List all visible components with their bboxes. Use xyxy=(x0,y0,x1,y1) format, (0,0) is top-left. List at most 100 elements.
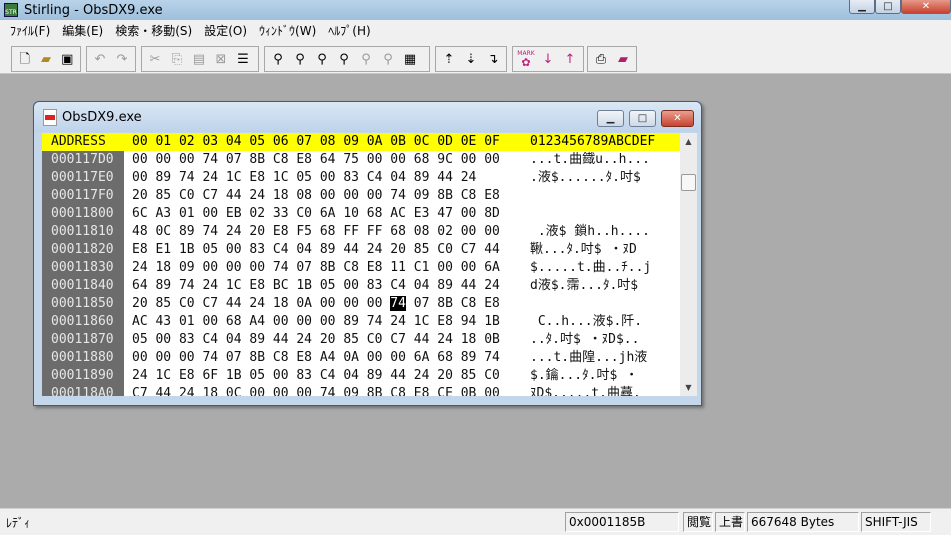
goto-top-icon[interactable]: ⇡ xyxy=(438,48,460,70)
scroll-thumb[interactable] xyxy=(681,174,696,191)
print-icon[interactable]: ⎙ xyxy=(590,48,612,70)
redo-icon[interactable]: ↷ xyxy=(111,48,133,70)
mark-icon[interactable]: MARK ✿ xyxy=(515,48,537,70)
menu-edit[interactable]: 編集(E) xyxy=(56,20,109,42)
row-hex-bytes[interactable]: E8 E1 1B 05 00 83 C4 04 89 44 24 20 85 C… xyxy=(132,241,500,259)
row-hex-bytes[interactable]: 00 89 74 24 1C E8 1C 05 00 83 C4 04 89 4… xyxy=(132,169,476,187)
status-size: 667648 Bytes xyxy=(747,512,859,532)
toolbar-group-mark: MARK ✿ ↓ ↑ xyxy=(512,46,584,72)
toolbar-group-clipboard: ✂ ⎘ ▤ ⊠ ☰ xyxy=(141,46,259,72)
menu-file[interactable]: ﾌｧｲﾙ(F) xyxy=(4,20,56,42)
row-text[interactable]: $.鑰...ﾀ.吋$ ・ xyxy=(530,367,638,385)
hex-view[interactable]: ADDRESS 00 01 02 03 04 05 06 07 08 09 0A… xyxy=(42,133,680,396)
new-file-icon[interactable]: 🗋 xyxy=(14,48,35,70)
hex-row[interactable]: 000118A0 C7 44 24 18 0C 00 00 00 74 09 8B… xyxy=(42,385,680,396)
status-offset: 0x0001185B xyxy=(565,512,679,532)
row-text[interactable]: ﾇD$.....t.曲蕁. xyxy=(530,385,641,396)
replace-icon[interactable]: ⚲ xyxy=(333,48,355,70)
caret-byte[interactable]: 74 xyxy=(390,296,406,311)
hex-row[interactable]: 00011860 AC 43 01 00 68 A4 00 00 00 89 74… xyxy=(42,313,680,331)
goto-end-icon[interactable]: ↴ xyxy=(482,48,504,70)
hex-row[interactable]: 00011800 6C A3 01 00 EB 02 33 C0 6A 10 68… xyxy=(42,205,680,223)
row-hex-bytes[interactable]: 00 00 00 74 07 8B C8 E8 A4 0A 00 00 6A 6… xyxy=(132,349,500,367)
maximize-button[interactable]: □ xyxy=(875,0,901,14)
toolbar-group-goto: ⇡ ⇣ ↴ xyxy=(435,46,507,72)
row-text[interactable]: 鞦...ﾀ.吋$ ・ﾇD xyxy=(530,241,637,259)
row-address: 00011840 xyxy=(51,278,114,293)
hex-row[interactable]: 00011820 E8 E1 1B 05 00 83 C4 04 89 44 24… xyxy=(42,241,680,259)
row-hex-bytes[interactable]: 05 00 83 C4 04 89 44 24 20 85 C0 C7 44 2… xyxy=(132,331,500,349)
cut-icon[interactable]: ✂ xyxy=(144,48,166,70)
hex-row[interactable]: 00011880 00 00 00 74 07 8B C8 E8 A4 0A 00… xyxy=(42,349,680,367)
minimize-icon: ▁ xyxy=(606,113,615,124)
hex-row[interactable]: 00011890 24 1C E8 6F 1B 05 00 83 C4 04 89… xyxy=(42,367,680,385)
copy-icon[interactable]: ⎘ xyxy=(166,48,188,70)
hex-row[interactable]: 00011810 48 0C 89 74 24 20 E8 F5 68 FF FF… xyxy=(42,223,680,241)
row-text[interactable]: C..h...液$.阡. xyxy=(530,313,642,331)
row-hex-bytes[interactable]: 64 89 74 24 1C E8 BC 1B 05 00 83 C4 04 8… xyxy=(132,277,500,295)
book-icon[interactable]: ▰ xyxy=(612,48,634,70)
toolbar-group-print: ⎙ ▰ xyxy=(587,46,637,72)
row-address: 000117D0 xyxy=(51,152,114,167)
row-address: 00011850 xyxy=(51,296,114,311)
title-bar[interactable]: STR Stirling - ObsDX9.exe ▁ □ ✕ xyxy=(0,0,951,20)
compare-icon[interactable]: ⚲ xyxy=(355,48,377,70)
row-text[interactable]: .液$......ﾀ.吋$ xyxy=(530,169,641,187)
vertical-scrollbar[interactable]: ▲ ▼ xyxy=(680,133,697,396)
find-icon[interactable]: ⚲ xyxy=(267,48,289,70)
hex-row[interactable]: 00011830 24 18 09 00 00 00 74 07 8B C8 E8… xyxy=(42,259,680,277)
child-maximize-button[interactable]: □ xyxy=(629,110,656,127)
hex-row[interactable]: 00011870 05 00 83 C4 04 89 44 24 20 85 C0… xyxy=(42,331,680,349)
row-hex-bytes[interactable]: 20 85 C0 C7 44 24 18 0A 00 00 00 74 07 8… xyxy=(132,295,500,313)
minimize-button[interactable]: ▁ xyxy=(849,0,875,14)
restore-icon: □ xyxy=(637,113,648,124)
close-button[interactable]: ✕ xyxy=(901,0,951,14)
row-hex-bytes[interactable]: C7 44 24 18 0C 00 00 00 74 09 8B C8 E8 C… xyxy=(132,385,500,396)
insert-mode-icon[interactable]: ☰ xyxy=(232,48,254,70)
child-title-bar[interactable]: ObsDX9.exe ▁ □ ✕ xyxy=(34,102,701,132)
menu-help[interactable]: ﾍﾙﾌﾟ(H) xyxy=(322,20,376,42)
menu-window[interactable]: ｳｨﾝﾄﾞｳ(W) xyxy=(253,20,322,42)
find-next-icon[interactable]: ⚲ xyxy=(289,48,311,70)
row-address: 00011830 xyxy=(51,260,114,275)
menu-settings[interactable]: 設定(O) xyxy=(198,20,253,42)
row-text[interactable]: d液$.霈...ﾀ.吋$ xyxy=(530,277,638,295)
row-text[interactable]: ..ﾀ.吋$ ・ﾇD$.. xyxy=(530,331,639,349)
mark-next-icon[interactable]: ↓ xyxy=(537,48,559,70)
hex-row[interactable]: 000117F0 20 85 C0 C7 44 24 18 08 00 00 00… xyxy=(42,187,680,205)
row-hex-bytes[interactable]: 48 0C 89 74 24 20 E8 F5 68 FF FF 68 08 0… xyxy=(132,223,500,241)
hex-row[interactable]: 000117E0 00 89 74 24 1C E8 1C 05 00 83 C4… xyxy=(42,169,680,187)
row-hex-bytes[interactable]: 24 18 09 00 00 00 74 07 8B C8 E8 11 C1 0… xyxy=(132,259,500,277)
row-hex-bytes[interactable]: 6C A3 01 00 EB 02 33 C0 6A 10 68 AC E3 4… xyxy=(132,205,500,223)
window-title: Stirling - ObsDX9.exe xyxy=(24,2,163,18)
mark-prev-icon[interactable]: ↑ xyxy=(559,48,581,70)
row-text[interactable]: .液$ 鎖h..h.... xyxy=(530,223,650,241)
goto-bottom-icon[interactable]: ⇣ xyxy=(460,48,482,70)
undo-icon[interactable]: ↶ xyxy=(89,48,111,70)
child-close-button[interactable]: ✕ xyxy=(661,110,694,127)
row-address: 00011800 xyxy=(51,206,114,221)
hex-row[interactable]: 00011840 64 89 74 24 1C E8 BC 1B 05 00 83… xyxy=(42,277,680,295)
paste-icon[interactable]: ▤ xyxy=(188,48,210,70)
row-text[interactable]: ...t.曲隍...jh液 xyxy=(530,349,647,367)
row-hex-bytes[interactable]: 00 00 00 74 07 8B C8 E8 64 75 00 00 68 9… xyxy=(132,151,500,169)
find-prev-icon[interactable]: ⚲ xyxy=(311,48,333,70)
compare-next-icon[interactable]: ⚲ xyxy=(377,48,399,70)
hex-row[interactable]: 000117D0 00 00 00 74 07 8B C8 E8 64 75 00… xyxy=(42,151,680,169)
close-icon: ✕ xyxy=(921,0,931,12)
clear-icon[interactable]: ⊠ xyxy=(210,48,232,70)
row-text[interactable]: $.....t.曲..ﾁ..j xyxy=(530,259,651,277)
menu-search[interactable]: 検索・移動(S) xyxy=(109,20,198,42)
child-minimize-button[interactable]: ▁ xyxy=(597,110,624,127)
row-hex-bytes[interactable]: AC 43 01 00 68 A4 00 00 00 89 74 24 1C E… xyxy=(132,313,500,331)
save-icon[interactable]: ▣ xyxy=(57,48,78,70)
row-text[interactable]: ...t.曲鐡u..h... xyxy=(530,151,650,169)
toolbar: 🗋 ▰ ▣ ↶ ↷ ✂ ⎘ ▤ ⊠ ☰ ⚲ ⚲ ⚲ ⚲ ⚲ ⚲ ▦ ⇡ ⇣ ↴ xyxy=(0,42,951,74)
row-hex-bytes[interactable]: 24 1C E8 6F 1B 05 00 83 C4 04 89 44 24 2… xyxy=(132,367,500,385)
open-folder-icon[interactable]: ▰ xyxy=(35,48,56,70)
hex-row[interactable]: 00011850 20 85 C0 C7 44 24 18 0A 00 00 00… xyxy=(42,295,680,313)
scroll-down-icon[interactable]: ▼ xyxy=(680,379,697,396)
row-hex-bytes[interactable]: 20 85 C0 C7 44 24 18 08 00 00 00 74 09 8… xyxy=(132,187,500,205)
compare-view-icon[interactable]: ▦ xyxy=(399,48,421,70)
scroll-up-icon[interactable]: ▲ xyxy=(680,133,697,150)
